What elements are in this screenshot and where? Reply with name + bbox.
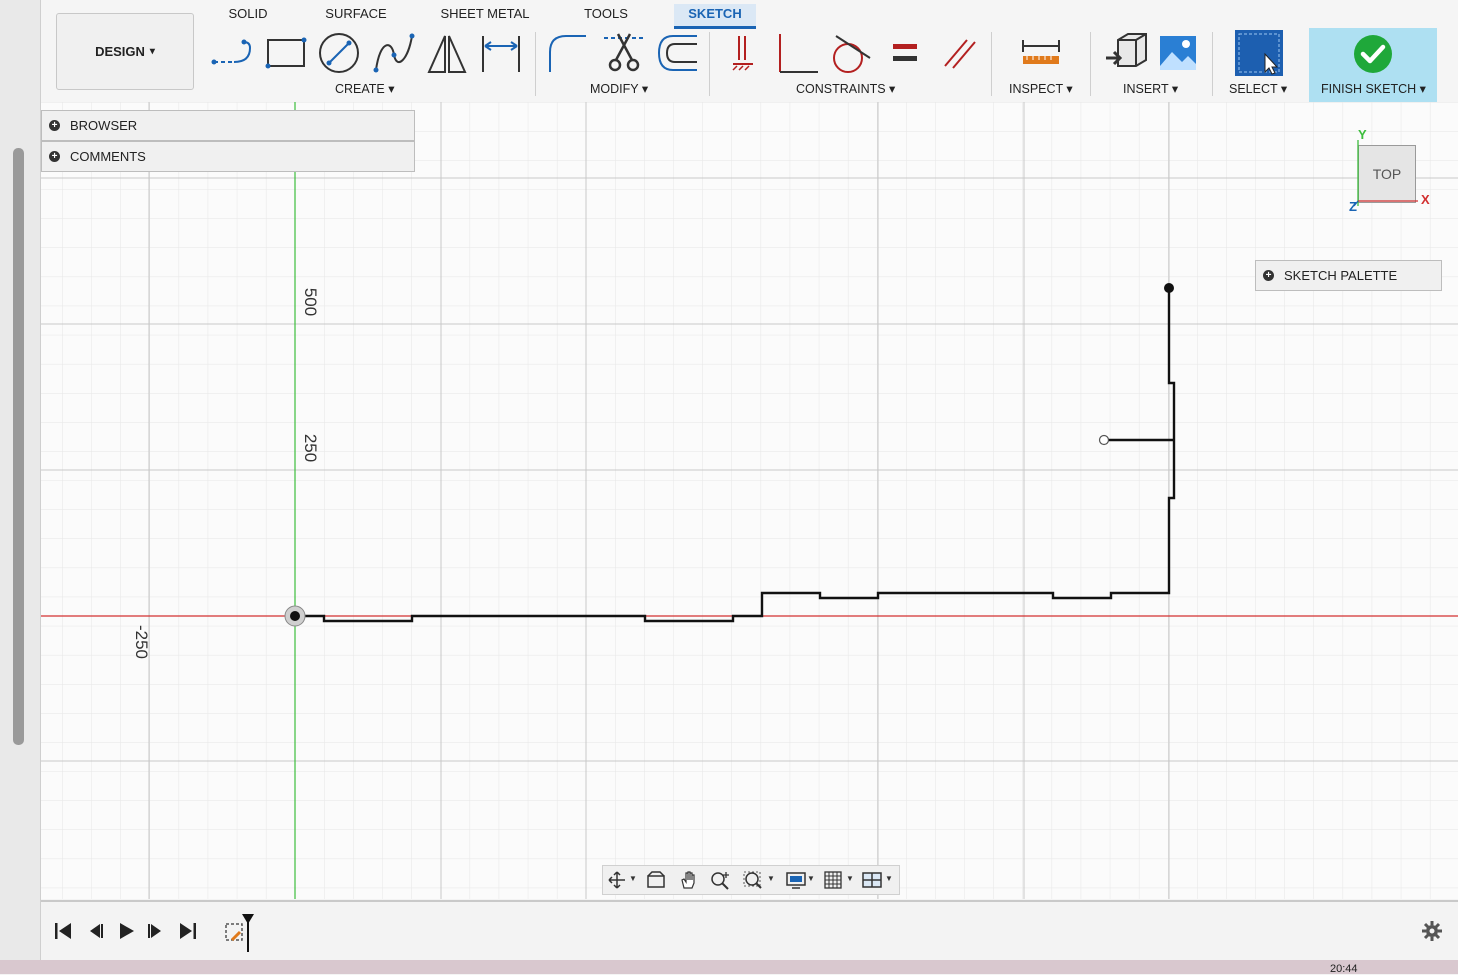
comments-label: COMMENTS [70, 149, 146, 164]
select-tool-icon[interactable] [1235, 30, 1283, 76]
tab-solid[interactable]: SOLID [222, 4, 274, 26]
select-menu[interactable]: SELECT ▾ [1229, 81, 1287, 96]
separator [1212, 32, 1213, 96]
line-tool-icon[interactable] [210, 30, 254, 76]
tangent-constraint-icon[interactable] [828, 30, 872, 76]
taskbar-clock: 20:44 [1330, 963, 1358, 975]
grid-label-neg250: -250 [132, 624, 152, 660]
step-back-icon[interactable] [84, 920, 106, 942]
fillet-tool-icon[interactable] [546, 30, 590, 76]
dimension-tool-icon[interactable] [479, 30, 523, 76]
sketch-open-endpoint [1098, 434, 1110, 446]
measure-tool-icon[interactable] [1019, 30, 1063, 76]
checkmark-icon [1354, 35, 1392, 73]
parallel-constraint-icon[interactable] [937, 30, 981, 76]
separator [535, 32, 536, 96]
chevron-down-icon[interactable]: ▼ [629, 874, 637, 883]
browser-label: BROWSER [70, 118, 138, 133]
expand-plus-icon: + [1263, 270, 1274, 281]
inspect-menu[interactable]: INSPECT ▾ [1009, 81, 1073, 96]
grid-settings-icon[interactable] [823, 870, 845, 890]
expand-plus-icon: + [49, 151, 60, 162]
grid-label-250: 250 [301, 433, 321, 463]
sketch-endpoint [1164, 283, 1174, 293]
chevron-down-icon[interactable]: ▼ [885, 874, 893, 883]
origin-center [290, 611, 300, 621]
comments-panel[interactable]: + COMMENTS [41, 141, 415, 172]
chevron-down-icon[interactable]: ▼ [846, 874, 854, 883]
go-to-end-icon[interactable] [177, 920, 199, 942]
play-icon[interactable] [115, 920, 137, 942]
y-axis-label: Y [1358, 127, 1367, 142]
z-axis-label: Z [1349, 199, 1357, 214]
tab-tools[interactable]: TOOLS [578, 4, 634, 26]
x-axis-label: X [1421, 192, 1430, 207]
coincident-constraint-icon[interactable] [721, 30, 765, 76]
constraints-menu[interactable]: CONSTRAINTS ▾ [796, 81, 895, 96]
step-forward-icon[interactable] [145, 920, 167, 942]
finish-sketch-label: FINISH SKETCH ▾ [1321, 82, 1426, 96]
sketch-palette-panel[interactable]: + SKETCH PALETTE [1255, 260, 1442, 291]
workspace-label: DESIGN [95, 44, 145, 59]
look-at-icon[interactable] [645, 870, 667, 890]
pan-hand-icon[interactable] [678, 870, 700, 890]
sketch-canvas[interactable] [41, 102, 1458, 899]
insert-derive-icon[interactable] [1104, 30, 1148, 76]
equal-constraint-icon[interactable] [883, 30, 927, 76]
go-to-start-icon[interactable] [52, 920, 74, 942]
gear-icon[interactable] [1421, 920, 1443, 942]
sketch-palette-label: SKETCH PALETTE [1284, 268, 1398, 283]
grid-label-500: 500 [301, 287, 321, 317]
insert-canvas-image-icon[interactable] [1156, 30, 1200, 76]
circle-tool-icon[interactable] [317, 30, 361, 76]
zoom-window-icon[interactable] [742, 870, 764, 890]
chevron-down-icon: ▾ [149, 46, 155, 57]
expand-plus-icon: + [49, 120, 60, 131]
zoom-icon[interactable] [709, 870, 731, 890]
sketch-grid [41, 102, 1458, 899]
chevron-down-icon[interactable]: ▼ [767, 874, 775, 883]
tab-sketch[interactable]: SKETCH [674, 4, 756, 29]
viewports-icon[interactable] [861, 870, 883, 890]
rectangle-tool-icon[interactable] [264, 30, 308, 76]
workspace-switcher-button[interactable]: DESIGN ▾ [56, 13, 194, 90]
modify-menu[interactable]: MODIFY ▾ [590, 81, 648, 96]
finish-sketch-button[interactable]: FINISH SKETCH ▾ [1309, 28, 1437, 102]
display-settings-icon[interactable] [785, 870, 807, 890]
insert-menu[interactable]: INSERT ▾ [1123, 81, 1178, 96]
trim-tool-icon[interactable] [602, 30, 646, 76]
separator [709, 32, 710, 96]
separator [1090, 32, 1091, 96]
timeline-sketch-feature-icon[interactable] [222, 912, 258, 954]
offset-tool-icon[interactable] [655, 30, 699, 76]
tab-surface[interactable]: SURFACE [320, 4, 392, 26]
separator [991, 32, 992, 96]
navigation-bar: ▼ ▼ ▼ ▼ ▼ [602, 865, 900, 895]
os-taskbar [0, 960, 1458, 974]
create-menu[interactable]: CREATE ▾ [335, 81, 395, 96]
chevron-down-icon[interactable]: ▼ [807, 874, 815, 883]
browser-panel[interactable]: + BROWSER [41, 110, 415, 141]
perpendicular-constraint-icon[interactable] [776, 30, 820, 76]
orbit-icon[interactable] [607, 870, 629, 890]
spline-tool-icon[interactable] [372, 30, 416, 76]
mirror-tool-icon[interactable] [425, 30, 469, 76]
tab-sheet-metal[interactable]: SHEET METAL [437, 4, 533, 26]
left-scrollbar[interactable] [13, 148, 24, 745]
